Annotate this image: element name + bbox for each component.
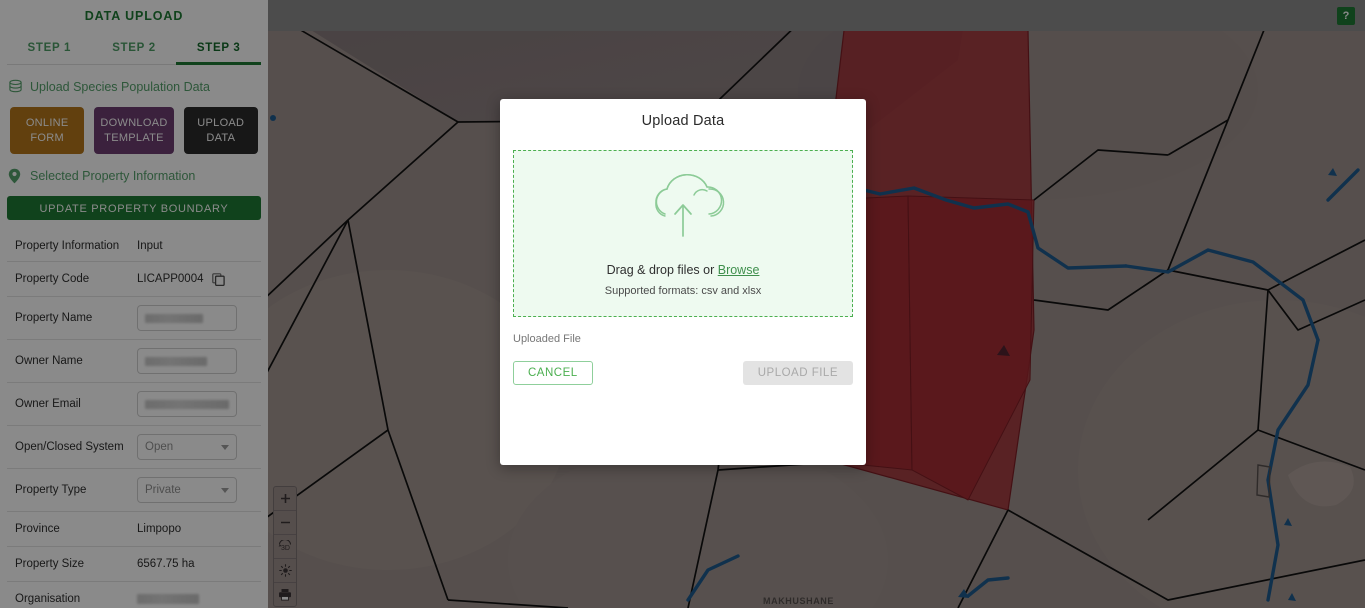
- dropzone-supported-formats: Supported formats: csv and xlsx: [604, 285, 762, 297]
- upload-data-dialog: Upload Data Drag & drop files or Browse …: [500, 99, 866, 465]
- uploaded-file-label: Uploaded File: [513, 333, 581, 345]
- cancel-button[interactable]: CANCEL: [513, 361, 593, 385]
- cloud-upload-icon: [634, 170, 732, 251]
- file-dropzone[interactable]: Drag & drop files or Browse Supported fo…: [513, 150, 853, 317]
- dropzone-main-text: Drag & drop files or Browse: [607, 263, 760, 277]
- app-root: MAKHUSHANE ? 3D DATA UPLOAD STEP 1 STEP …: [0, 0, 1365, 608]
- dialog-actions: CANCEL UPLOAD FILE: [513, 361, 853, 385]
- browse-link[interactable]: Browse: [718, 263, 760, 277]
- upload-file-button: UPLOAD FILE: [742, 361, 853, 385]
- dialog-title: Upload Data: [641, 113, 725, 129]
- dropzone-prompt: Drag & drop files or: [606, 263, 718, 277]
